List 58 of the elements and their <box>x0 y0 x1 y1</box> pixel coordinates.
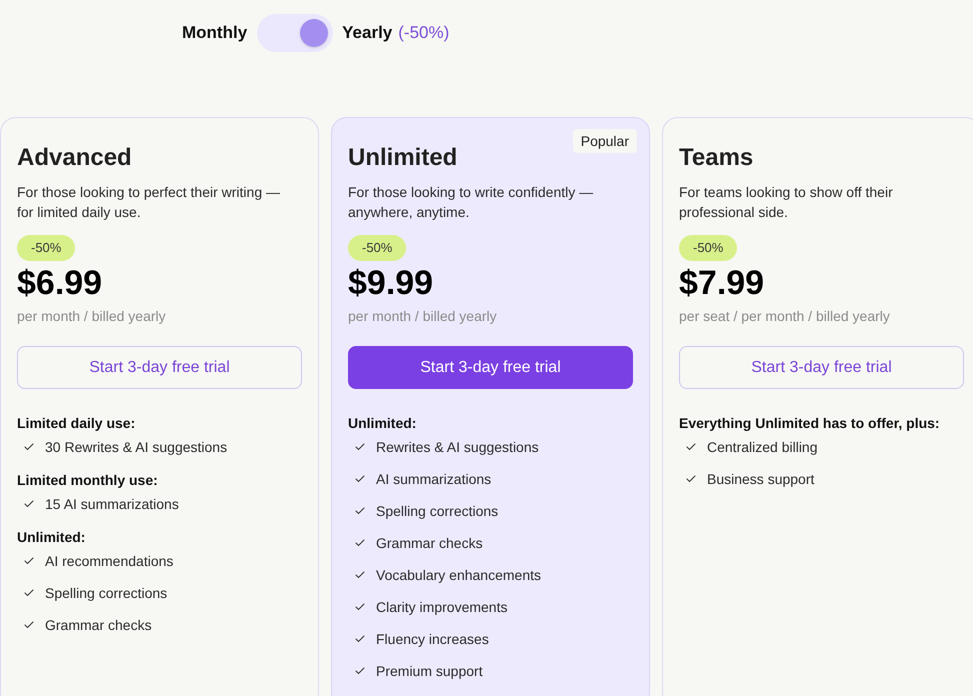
billing-note: per seat / per month / billed yearly <box>679 307 890 326</box>
feature-label: Spelling corrections <box>45 584 168 603</box>
check-icon <box>354 505 366 517</box>
discount-badge: -50% <box>17 235 76 261</box>
check-icon <box>685 473 697 485</box>
check-icon <box>354 441 366 453</box>
plan-description: For those looking to write confidently — anywhere, anytime. <box>348 183 594 222</box>
feature-label: Clarity improvements <box>376 598 508 617</box>
check-icon <box>23 555 35 567</box>
check-icon <box>23 619 35 631</box>
feature-label: Fluency increases <box>376 630 489 649</box>
plan-description: For those looking to perfect their writing — for limited daily use. <box>17 183 282 222</box>
yearly-discount: (-50%) <box>398 22 450 44</box>
yearly-label: Yearly <box>342 22 392 44</box>
check-icon <box>354 537 366 549</box>
check-icon <box>354 633 366 645</box>
plan-price: $9.99 <box>348 265 434 301</box>
trial-button[interactable]: Start 3-day free trial <box>17 346 302 389</box>
feature-label: Rewrites & AI suggestions <box>376 438 539 457</box>
plan-title: Teams <box>679 143 754 173</box>
plan-price: $6.99 <box>17 265 102 301</box>
billing-note: per month / billed yearly <box>348 307 497 326</box>
billing-switch[interactable] <box>257 14 334 52</box>
feature-label: AI summarizations <box>376 470 492 489</box>
plan-title: Unlimited <box>348 143 458 173</box>
feature-heading: Limited daily use: <box>17 414 136 433</box>
feature-heading: Unlimited: <box>17 528 86 547</box>
plan-description: For teams looking to show off their professional side. <box>679 183 894 222</box>
check-icon <box>354 601 366 613</box>
check-icon <box>23 587 35 599</box>
check-icon <box>685 441 697 453</box>
feature-label: Business support <box>707 470 814 489</box>
check-icon <box>23 441 35 453</box>
discount-badge: -50% <box>679 235 738 261</box>
feature-label: Grammar checks <box>376 534 483 553</box>
check-icon <box>23 498 35 510</box>
feature-label: Premium support <box>376 662 483 681</box>
check-icon <box>354 473 366 485</box>
check-icon <box>354 569 366 581</box>
plan-price: $7.99 <box>679 265 764 301</box>
trial-button[interactable]: Start 3-day free trial <box>679 346 964 389</box>
monthly-label: Monthly <box>182 22 248 44</box>
feature-heading: Unlimited: <box>348 414 416 433</box>
trial-button[interactable]: Start 3-day free trial <box>348 346 633 389</box>
feature-label: Vocabulary enhancements <box>376 566 541 585</box>
feature-label: 15 AI summarizations <box>45 495 179 514</box>
popular-badge: Popular <box>572 129 637 153</box>
billing-note: per month / billed yearly <box>17 307 166 326</box>
feature-label: Grammar checks <box>45 616 152 635</box>
discount-badge: -50% <box>348 235 406 261</box>
feature-heading: Everything Unlimited has to offer, plus: <box>679 414 940 433</box>
check-icon <box>354 665 366 677</box>
feature-heading: Limited monthly use: <box>17 471 158 490</box>
feature-label: Centralized billing <box>707 438 818 457</box>
plan-title: Advanced <box>17 143 132 173</box>
feature-label: AI recommendations <box>45 552 174 571</box>
feature-label: Spelling corrections <box>376 502 498 521</box>
feature-label: 30 Rewrites & AI suggestions <box>45 438 228 457</box>
